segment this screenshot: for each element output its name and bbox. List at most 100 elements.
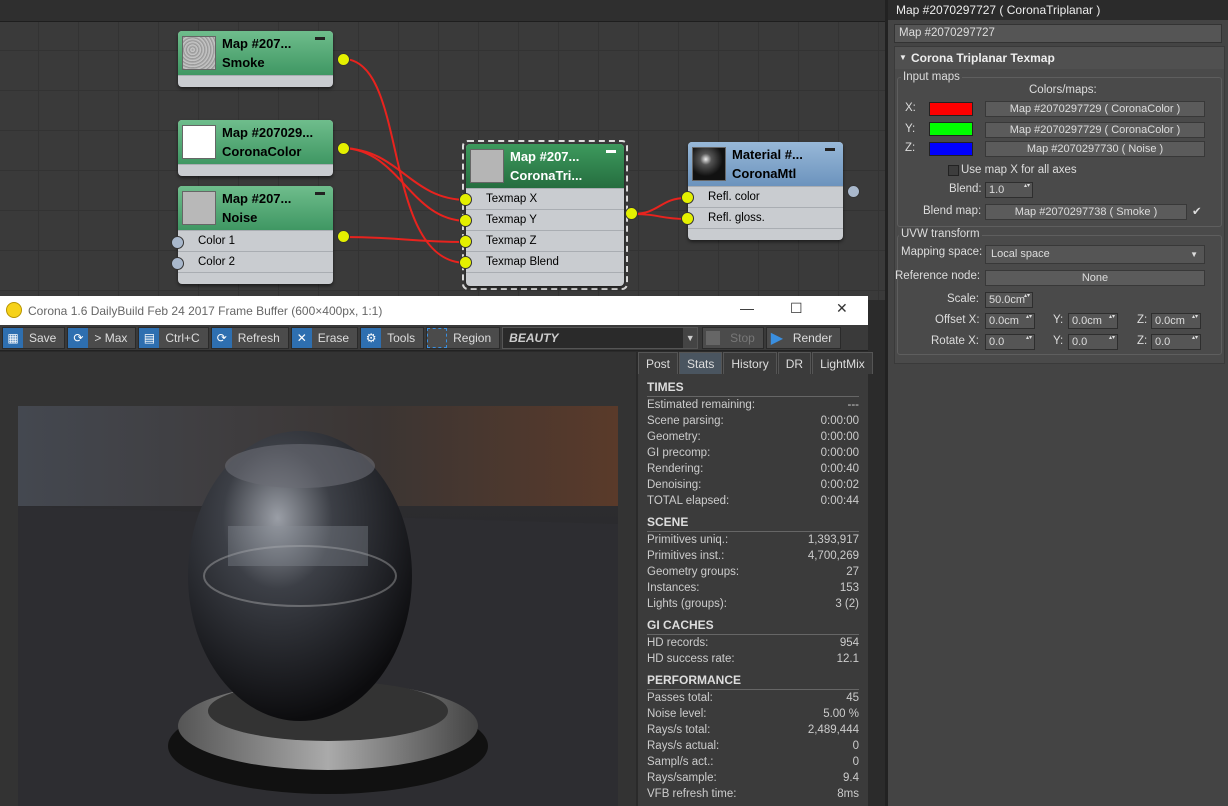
noise-thumbnail xyxy=(182,191,216,225)
render-channel-select[interactable]: BEAUTY ▼ xyxy=(502,326,699,349)
input-socket-blend[interactable] xyxy=(459,256,472,269)
render-button[interactable]: ▶ Render xyxy=(765,326,842,349)
reference-node-button[interactable]: None xyxy=(985,270,1205,286)
send-to-max-button[interactable]: ⟳ > Max xyxy=(67,326,137,349)
node-material[interactable]: Material #... CoronaMtl Refl. color Refl.… xyxy=(681,142,860,240)
input-socket-refl-color[interactable] xyxy=(681,191,694,204)
output-socket[interactable] xyxy=(337,53,350,66)
z-color-swatch[interactable] xyxy=(929,142,973,156)
output-socket[interactable] xyxy=(337,230,350,243)
slot-refl-gloss[interactable]: Refl. gloss. xyxy=(688,207,843,228)
stat-value: 2,489,444 xyxy=(807,724,859,736)
input-socket-color2[interactable] xyxy=(171,257,184,270)
output-socket[interactable] xyxy=(337,142,350,155)
stat-row: Scene parsing: 0:00:00 xyxy=(647,413,859,429)
render-viewport[interactable] xyxy=(0,352,636,806)
triplanar-rollout: ▼ Corona Triplanar Texmap Input maps Colo… xyxy=(894,46,1225,364)
output-socket[interactable] xyxy=(625,207,638,220)
tab-post[interactable]: Post xyxy=(638,352,679,374)
stat-row: HD records: 954 xyxy=(647,635,859,651)
reference-node-label: Reference node: xyxy=(895,270,981,282)
slot-texmap-blend[interactable]: Texmap Blend xyxy=(466,251,624,272)
slot-color1[interactable]: Color 1 xyxy=(178,230,333,251)
collapse-icon[interactable]: ▼ xyxy=(899,47,907,69)
render-sphere-illustration xyxy=(18,406,618,806)
scale-spinner[interactable]: 50.0cm xyxy=(985,292,1033,308)
copy-button[interactable]: ▤ Ctrl+C xyxy=(138,326,209,349)
rotate-y-label: Y: xyxy=(1053,335,1064,347)
rotate-x-label: Rotate X: xyxy=(931,335,979,347)
save-button[interactable]: ▦ Save xyxy=(2,326,66,349)
stat-label: HD records: xyxy=(647,637,709,649)
rotate-y-spinner[interactable]: 0.0 xyxy=(1068,334,1118,350)
region-button[interactable]: Region xyxy=(426,326,501,349)
node-noise[interactable]: Map #207... Noise Color 1 Color 2 xyxy=(171,186,350,284)
input-socket-z[interactable] xyxy=(459,235,472,248)
offset-y-spinner[interactable]: 0.0cm xyxy=(1068,313,1118,329)
wire-tri-gloss xyxy=(631,213,687,220)
tab-stats[interactable]: Stats xyxy=(679,352,723,374)
minimize-icon[interactable]: — xyxy=(740,300,754,316)
offset-x-spinner[interactable]: 0.0cm xyxy=(985,313,1035,329)
blend-spinner[interactable]: 1.0 xyxy=(985,182,1033,198)
input-socket-y[interactable] xyxy=(459,214,472,227)
mapping-space-select[interactable]: Local space ▼ xyxy=(985,245,1205,264)
node-smoke[interactable]: Map #207... Smoke xyxy=(178,31,350,87)
stat-row: GI precomp: 0:00:00 xyxy=(647,445,859,461)
node-coronacolor[interactable]: Map #207029... CoronaColor xyxy=(178,120,350,176)
erase-button[interactable]: ✕ Erase xyxy=(290,326,359,349)
minimize-icon[interactable] xyxy=(825,148,835,151)
slate-node-editor[interactable]: Map #207... Smoke Map #207029... CoronaCol… xyxy=(0,0,885,300)
blend-map-checkbox[interactable]: ✔ xyxy=(1192,204,1202,218)
tab-dr[interactable]: DR xyxy=(777,352,812,374)
input-maps-label: Input maps xyxy=(901,71,962,83)
tab-lightmix[interactable]: LightMix xyxy=(812,352,873,374)
minimize-icon[interactable] xyxy=(315,192,325,195)
y-map-button[interactable]: Map #2070297729 ( CoronaColor ) xyxy=(985,122,1205,138)
x-map-button[interactable]: Map #2070297729 ( CoronaColor ) xyxy=(985,101,1205,117)
stat-label: HD success rate: xyxy=(647,653,735,665)
slot-texmap-y[interactable]: Texmap Y xyxy=(466,209,624,230)
close-icon[interactable]: ✕ xyxy=(836,300,848,317)
stop-button[interactable]: Stop xyxy=(702,326,764,349)
maximize-icon[interactable]: ☐ xyxy=(790,300,803,317)
output-socket[interactable] xyxy=(847,185,860,198)
input-socket-refl-gloss[interactable] xyxy=(681,212,694,225)
mapping-space-label: Mapping space: xyxy=(901,246,983,258)
rotate-z-spinner[interactable]: 0.0 xyxy=(1151,334,1201,350)
slot-refl-color[interactable]: Refl. color xyxy=(688,186,843,207)
offset-z-spinner[interactable]: 0.0cm xyxy=(1151,313,1201,329)
z-map-button[interactable]: Map #2070297730 ( Noise ) xyxy=(985,141,1205,157)
rotate-x-spinner[interactable]: 0.0 xyxy=(985,334,1035,350)
y-color-swatch[interactable] xyxy=(929,122,973,136)
frame-buffer-window[interactable]: Corona 1.6 DailyBuild Feb 24 2017 Frame … xyxy=(0,296,873,806)
input-socket-color1[interactable] xyxy=(171,236,184,249)
minimize-icon[interactable] xyxy=(606,150,616,153)
rollout-header[interactable]: ▼ Corona Triplanar Texmap xyxy=(895,47,1224,69)
rotate-z-label: Z: xyxy=(1137,335,1148,347)
map-name-field[interactable]: Map #2070297727 xyxy=(894,24,1222,43)
stat-label: Scene parsing: xyxy=(647,415,724,427)
slot-texmap-x[interactable]: Texmap X xyxy=(466,188,624,209)
x-color-swatch[interactable] xyxy=(929,102,973,116)
minimize-icon[interactable] xyxy=(315,37,325,40)
node-triplanar[interactable]: Map #207... CoronaTri... Texmap X Texmap … xyxy=(459,144,638,286)
blend-map-label: Blend map: xyxy=(923,205,982,217)
stat-value: 27 xyxy=(846,566,859,578)
stat-value: 4,700,269 xyxy=(807,550,859,562)
blend-map-button[interactable]: Map #2070297738 ( Smoke ) xyxy=(985,204,1187,220)
panel-title: Map #2070297727 ( CoronaTriplanar ) xyxy=(888,0,1228,20)
frame-buffer-titlebar[interactable]: Corona 1.6 DailyBuild Feb 24 2017 Frame … xyxy=(0,296,868,325)
stats-panel: Post Stats History DR LightMix TIMES Esti… xyxy=(638,352,873,806)
stat-label: Lights (groups): xyxy=(647,598,727,610)
slot-texmap-z[interactable]: Texmap Z xyxy=(466,230,624,251)
stat-sections: TIMES Estimated remaining: --- Scene parsin… xyxy=(638,378,868,802)
input-socket-x[interactable] xyxy=(459,193,472,206)
smoke-thumbnail xyxy=(182,36,216,70)
use-map-x-checkbox[interactable] xyxy=(948,165,959,176)
stat-value: 0:00:44 xyxy=(820,495,859,507)
tools-button[interactable]: ⚙ Tools xyxy=(360,326,425,349)
tab-history[interactable]: History xyxy=(723,352,777,374)
slot-color2[interactable]: Color 2 xyxy=(178,251,333,272)
refresh-button[interactable]: ⟳ Refresh xyxy=(210,326,289,349)
